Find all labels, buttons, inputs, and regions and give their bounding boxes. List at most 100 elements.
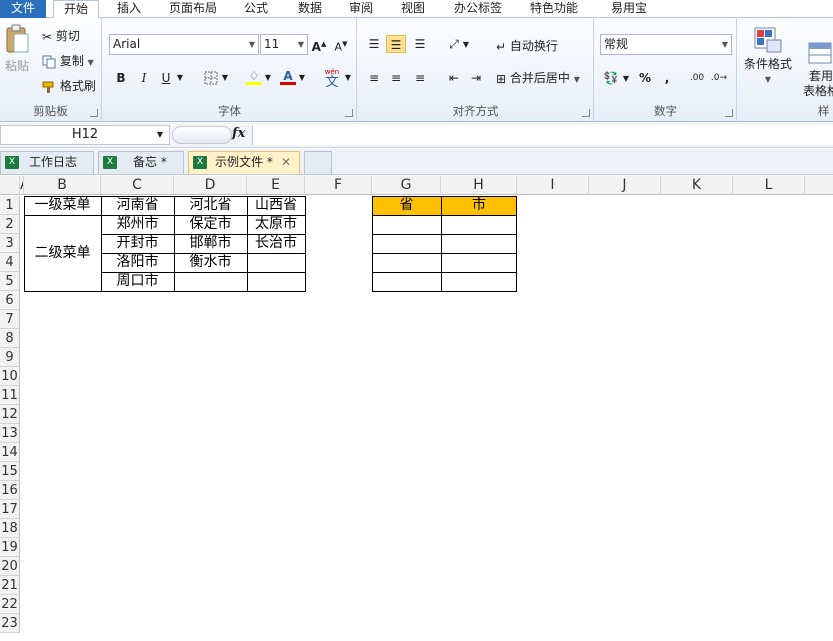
orientation-dropdown-icon[interactable]: ▼: [461, 36, 471, 54]
cell-c1[interactable]: 河南省: [101, 196, 174, 215]
copy-dropdown-icon[interactable]: ▼: [88, 58, 94, 67]
row-header-22[interactable]: 22: [0, 595, 20, 614]
cell-b1[interactable]: 一级菜单: [24, 196, 101, 215]
row-header-3[interactable]: 3: [0, 234, 20, 253]
row-header-13[interactable]: 13: [0, 424, 20, 443]
align-center-icon[interactable]: ≡: [386, 69, 406, 87]
increase-font-size-icon[interactable]: A▲: [309, 35, 329, 54]
formula-input[interactable]: [252, 125, 833, 145]
row-header-23[interactable]: 23: [0, 614, 20, 633]
doc-tab-example-file[interactable]: X 示例文件 * ✕: [188, 151, 300, 174]
format-painter-button[interactable]: 格式刷: [42, 78, 96, 94]
row-header-17[interactable]: 17: [0, 500, 20, 519]
align-middle-icon[interactable]: ☰: [386, 35, 406, 53]
accounting-format-icon[interactable]: 💱: [601, 69, 621, 87]
row-header-10[interactable]: 10: [0, 367, 20, 386]
tab-page-layout[interactable]: 页面布局: [162, 0, 224, 18]
italic-button[interactable]: I: [134, 69, 154, 87]
select-all-corner[interactable]: [0, 176, 20, 195]
underline-dropdown-icon[interactable]: ▼: [175, 69, 185, 87]
cell-c2[interactable]: 郑州市: [101, 215, 174, 234]
row-header-1[interactable]: 1: [0, 196, 20, 215]
row-header-4[interactable]: 4: [0, 253, 20, 272]
borders-icon[interactable]: [201, 69, 221, 87]
accounting-dropdown-icon[interactable]: ▼: [621, 70, 631, 88]
cell-c4[interactable]: 洛阳市: [101, 253, 174, 272]
font-color-dropdown-icon[interactable]: ▼: [297, 69, 307, 87]
col-header-f[interactable]: F: [305, 176, 372, 195]
row-header-16[interactable]: 16: [0, 481, 20, 500]
tab-office-tab[interactable]: 办公标签: [446, 0, 510, 18]
col-header-h[interactable]: H: [441, 176, 517, 195]
col-header-i[interactable]: I: [517, 176, 589, 195]
increase-indent-icon[interactable]: ⇥: [466, 69, 486, 87]
tab-formulas[interactable]: 公式: [236, 0, 276, 18]
row-header-21[interactable]: 21: [0, 576, 20, 595]
decrease-font-size-icon[interactable]: A▼: [331, 35, 351, 54]
row-header-18[interactable]: 18: [0, 519, 20, 538]
row-header-14[interactable]: 14: [0, 443, 20, 462]
row-header-9[interactable]: 9: [0, 348, 20, 367]
align-top-icon[interactable]: ☰: [364, 35, 384, 53]
increase-decimal-icon[interactable]: .00: [687, 69, 707, 87]
cell-d5[interactable]: [174, 272, 247, 291]
name-box[interactable]: H12 ▼: [0, 125, 170, 145]
merge-dropdown-icon[interactable]: ▼: [574, 75, 580, 84]
cell-g1[interactable]: 省: [372, 196, 441, 215]
col-header-e[interactable]: E: [247, 176, 305, 195]
cell-e1[interactable]: 山西省: [247, 196, 305, 215]
font-name-dropdown-icon[interactable]: ▼: [249, 35, 255, 54]
col-header-l[interactable]: L: [733, 176, 805, 195]
row-header-19[interactable]: 19: [0, 538, 20, 557]
cell-h1[interactable]: 市: [441, 196, 517, 215]
fill-color-dropdown-icon[interactable]: ▼: [263, 69, 273, 87]
doc-tab-memo[interactable]: X 备忘 *: [98, 151, 184, 174]
copy-button[interactable]: 复制 ▼: [42, 53, 94, 71]
font-name-combo[interactable]: Arial ▼: [109, 34, 259, 55]
row-header-11[interactable]: 11: [0, 386, 20, 405]
row-header-6[interactable]: 6: [0, 291, 20, 310]
paste-button[interactable]: 粘贴: [3, 24, 31, 82]
cell-e4[interactable]: [247, 253, 305, 272]
clipboard-launcher-icon[interactable]: [90, 109, 98, 117]
row-header-2[interactable]: 2: [0, 215, 20, 234]
alignment-launcher-icon[interactable]: [582, 109, 590, 117]
row-header-5[interactable]: 5: [0, 272, 20, 291]
close-tab-icon[interactable]: ✕: [281, 152, 291, 173]
cell-d4[interactable]: 衡水市: [174, 253, 247, 272]
row-header-7[interactable]: 7: [0, 310, 20, 329]
tab-insert[interactable]: 插入: [106, 0, 152, 18]
row-header-15[interactable]: 15: [0, 462, 20, 481]
tab-file[interactable]: 文件: [0, 0, 46, 18]
doc-tab-work-log[interactable]: X 工作日志: [0, 151, 94, 174]
conditional-formatting-button[interactable]: 条件格式 ▼: [740, 26, 796, 88]
number-launcher-icon[interactable]: [725, 109, 733, 117]
row-header-12[interactable]: 12: [0, 405, 20, 424]
cell-e3[interactable]: 长治市: [247, 234, 305, 253]
percent-style-button[interactable]: %: [635, 69, 655, 87]
font-size-dropdown-icon[interactable]: ▼: [298, 35, 304, 54]
spreadsheet-grid[interactable]: A B C D E F G H I J K L 1234567891011121…: [0, 176, 833, 641]
row-header-8[interactable]: 8: [0, 329, 20, 348]
tab-special-features[interactable]: 特色功能: [524, 0, 584, 18]
number-format-dropdown-icon[interactable]: ▼: [722, 35, 728, 54]
cell-e5[interactable]: [247, 272, 305, 291]
merge-center-button[interactable]: ⊞ 合并后居中 ▼: [496, 70, 580, 88]
underline-button[interactable]: U: [156, 69, 176, 87]
borders-dropdown-icon[interactable]: ▼: [220, 69, 230, 87]
row-header-20[interactable]: 20: [0, 557, 20, 576]
phonetic-dropdown-icon[interactable]: ▼: [343, 69, 353, 87]
cell-d3[interactable]: 邯郸市: [174, 234, 247, 253]
phonetic-guide-icon[interactable]: wén 文: [321, 65, 343, 89]
tab-view[interactable]: 视图: [393, 0, 433, 18]
tab-data[interactable]: 数据: [288, 0, 332, 18]
tab-review[interactable]: 审阅: [340, 0, 382, 18]
font-color-icon[interactable]: A: [278, 67, 298, 85]
comma-style-button[interactable]: ,: [657, 69, 677, 87]
name-box-dropdown-icon[interactable]: ▼: [157, 126, 163, 144]
col-header-j[interactable]: J: [589, 176, 661, 195]
formula-bar-splitter[interactable]: [172, 126, 232, 144]
decrease-indent-icon[interactable]: ⇤: [444, 69, 464, 87]
cut-button[interactable]: ✂ 剪切: [42, 28, 80, 45]
cell-d2[interactable]: 保定市: [174, 215, 247, 234]
